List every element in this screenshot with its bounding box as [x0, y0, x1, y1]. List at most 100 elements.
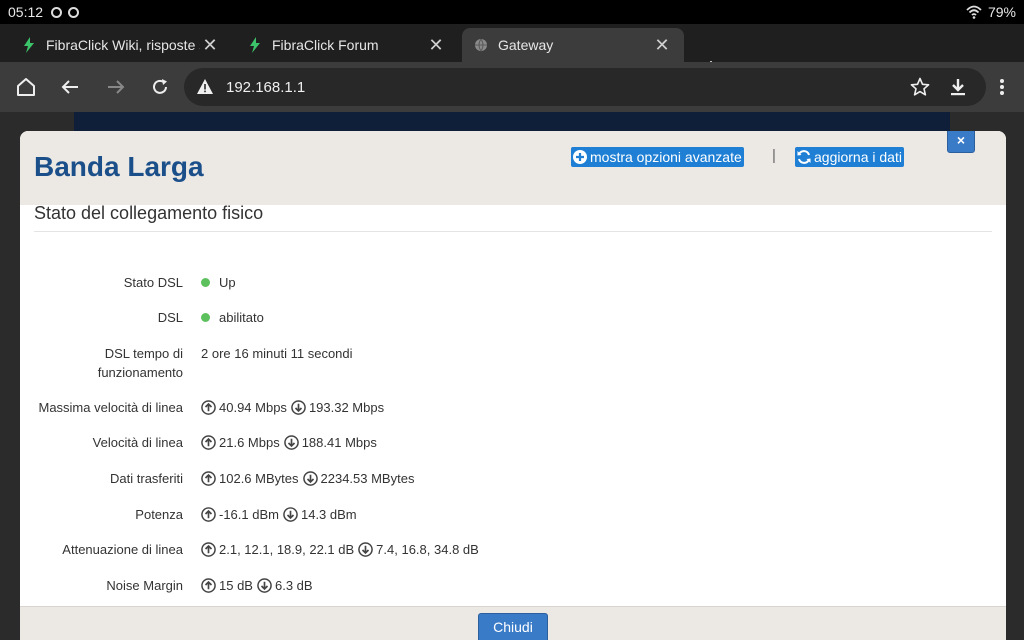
refresh-data-label: aggiorna i dati	[814, 149, 902, 165]
download-arrow-icon	[257, 578, 272, 593]
wifi-icon	[966, 5, 982, 19]
broadband-dialog: Banda Larga mostra opzioni avanzate | ag…	[20, 131, 1006, 640]
tab-title: Gateway	[498, 37, 554, 53]
tab-title: FibraClick Wiki, risposte sulla	[46, 37, 200, 53]
row-value: 2.1, 12.1, 18.9, 22.1 dB 7.4, 16.8, 34.8…	[201, 540, 479, 559]
row-value: Up	[201, 273, 236, 292]
dialog-header: Banda Larga mostra opzioni avanzate | ag…	[20, 131, 1006, 205]
page-header-background	[74, 112, 950, 132]
refresh-data-button[interactable]: aggiorna i dati	[795, 147, 904, 167]
upload-arrow-icon	[201, 578, 216, 593]
row-label: Noise Margin	[106, 578, 183, 593]
globe-favicon-icon	[475, 38, 487, 52]
lightning-favicon-icon	[24, 37, 34, 53]
upstream-value: 102.6 MBytes	[219, 471, 299, 486]
upload-arrow-icon	[201, 435, 216, 450]
tab-fibraclick-wiki[interactable]: FibraClick Wiki, risposte sulla ✕	[10, 28, 232, 62]
downstream-value: 193.32 Mbps	[308, 400, 385, 415]
address-bar[interactable]: 192.168.1.1	[184, 68, 986, 106]
dialog-footer: Chiudi	[20, 606, 1006, 640]
dsl-value: abilitato	[219, 310, 264, 325]
row-value: 21.6 Mbps 188.41 Mbps	[201, 433, 377, 452]
show-advanced-options-button[interactable]: mostra opzioni avanzate	[571, 147, 744, 167]
not-secure-warning-icon	[197, 79, 213, 94]
bookmark-button[interactable]	[905, 72, 935, 102]
download-arrow-icon	[283, 435, 299, 450]
tab-gateway[interactable]: Gateway ✕	[462, 28, 684, 62]
home-icon	[17, 78, 35, 96]
tab-title: FibraClick Forum	[272, 37, 379, 53]
row-label: Attenuazione di linea	[62, 542, 183, 557]
upstream-value: 21.6 Mbps	[219, 435, 280, 450]
row-label: Stato DSL	[123, 275, 183, 290]
upload-arrow-icon	[201, 400, 216, 415]
download-arrow-icon	[358, 542, 373, 557]
sync-icon	[51, 6, 63, 18]
row-label: DSL	[157, 310, 183, 325]
refresh-icon	[797, 150, 811, 164]
status-green-dot	[201, 278, 210, 287]
close-button[interactable]: Chiudi	[478, 613, 548, 640]
upstream-value: 15 dB	[219, 578, 253, 593]
arrow-left-icon	[61, 80, 78, 94]
url-text: 192.168.1.1	[226, 78, 306, 96]
row-value: 15 dB 6.3 dB	[201, 576, 313, 595]
upstream-value: 2.1, 12.1, 18.9, 22.1 dB	[219, 542, 355, 557]
back-button[interactable]	[55, 72, 85, 102]
row-label-line2: funzionamento	[97, 365, 183, 380]
downstream-value: 188.41 Mbps	[301, 435, 377, 450]
close-tab-icon[interactable]: ✕	[652, 35, 672, 56]
star-icon	[910, 77, 930, 96]
row-label: Velocità di linea	[92, 435, 183, 450]
arrow-right-icon	[108, 80, 125, 94]
dialog-title: Banda Larga	[34, 151, 204, 182]
browser-toolbar: 192.168.1.1	[0, 62, 1024, 112]
reload-button[interactable]	[145, 72, 175, 102]
download-arrow-icon	[291, 400, 306, 415]
upstream-value: -16.1 dBm	[219, 507, 279, 522]
close-tab-icon[interactable]: ✕	[426, 35, 446, 56]
downstream-value: 2234.53 MBytes	[320, 471, 415, 486]
downstream-value: 14.3 dBm	[300, 507, 357, 522]
upstream-value: 40.94 Mbps	[219, 400, 287, 415]
dsl-status-value: Up	[219, 275, 236, 290]
lightning-favicon-icon	[250, 37, 260, 53]
show-advanced-options-label: mostra opzioni avanzate	[590, 149, 742, 165]
forward-button[interactable]	[101, 72, 131, 102]
do-not-disturb-icon	[68, 6, 80, 18]
download-arrow-icon	[283, 507, 298, 522]
row-label: Dati trasferiti	[110, 471, 183, 486]
close-tab-icon[interactable]: ✕	[200, 35, 220, 56]
row-label-line1: DSL tempo di	[104, 346, 183, 361]
row-label: Massima velocità di linea	[38, 400, 183, 415]
plus-circle-icon	[573, 150, 587, 164]
download-arrow-icon	[302, 471, 318, 486]
dialog-close-x-button[interactable]: ×	[947, 131, 975, 153]
upload-arrow-icon	[201, 471, 216, 486]
status-green-dot	[201, 313, 210, 322]
battery-level: 79%	[987, 4, 1016, 20]
more-vert-icon	[1000, 79, 1004, 95]
uptime-value: 2 ore 16 minuti 11 secondi	[201, 346, 353, 361]
row-value: 40.94 Mbps 193.32 Mbps	[201, 398, 384, 417]
header-separator: |	[772, 147, 776, 164]
tab-fibraclick-forum[interactable]: FibraClick Forum ✕	[236, 28, 458, 62]
row-value: -16.1 dBm 14.3 dBm	[201, 505, 357, 524]
row-value: 102.6 MBytes 2234.53 MBytes	[201, 469, 414, 488]
clock: 05:12	[8, 4, 44, 20]
tab-strip: FibraClick Wiki, risposte sulla ✕ FibraC…	[0, 24, 1024, 81]
row-label: DSL tempo di funzionamento	[20, 344, 183, 382]
upload-arrow-icon	[201, 542, 216, 557]
row-value: abilitato	[201, 308, 264, 327]
download-icon	[951, 79, 965, 96]
section-divider	[34, 231, 992, 232]
download-button[interactable]	[943, 72, 973, 102]
downstream-value: 7.4, 16.8, 34.8 dB	[376, 542, 479, 557]
upload-arrow-icon	[201, 507, 216, 522]
menu-button[interactable]	[987, 72, 1017, 102]
downstream-value: 6.3 dB	[274, 578, 313, 593]
row-label: Potenza	[135, 507, 183, 522]
home-button[interactable]	[11, 72, 41, 102]
system-status-bar: 05:12 79%	[0, 0, 1024, 24]
web-page: Banda Larga mostra opzioni avanzate | ag…	[0, 112, 1024, 640]
